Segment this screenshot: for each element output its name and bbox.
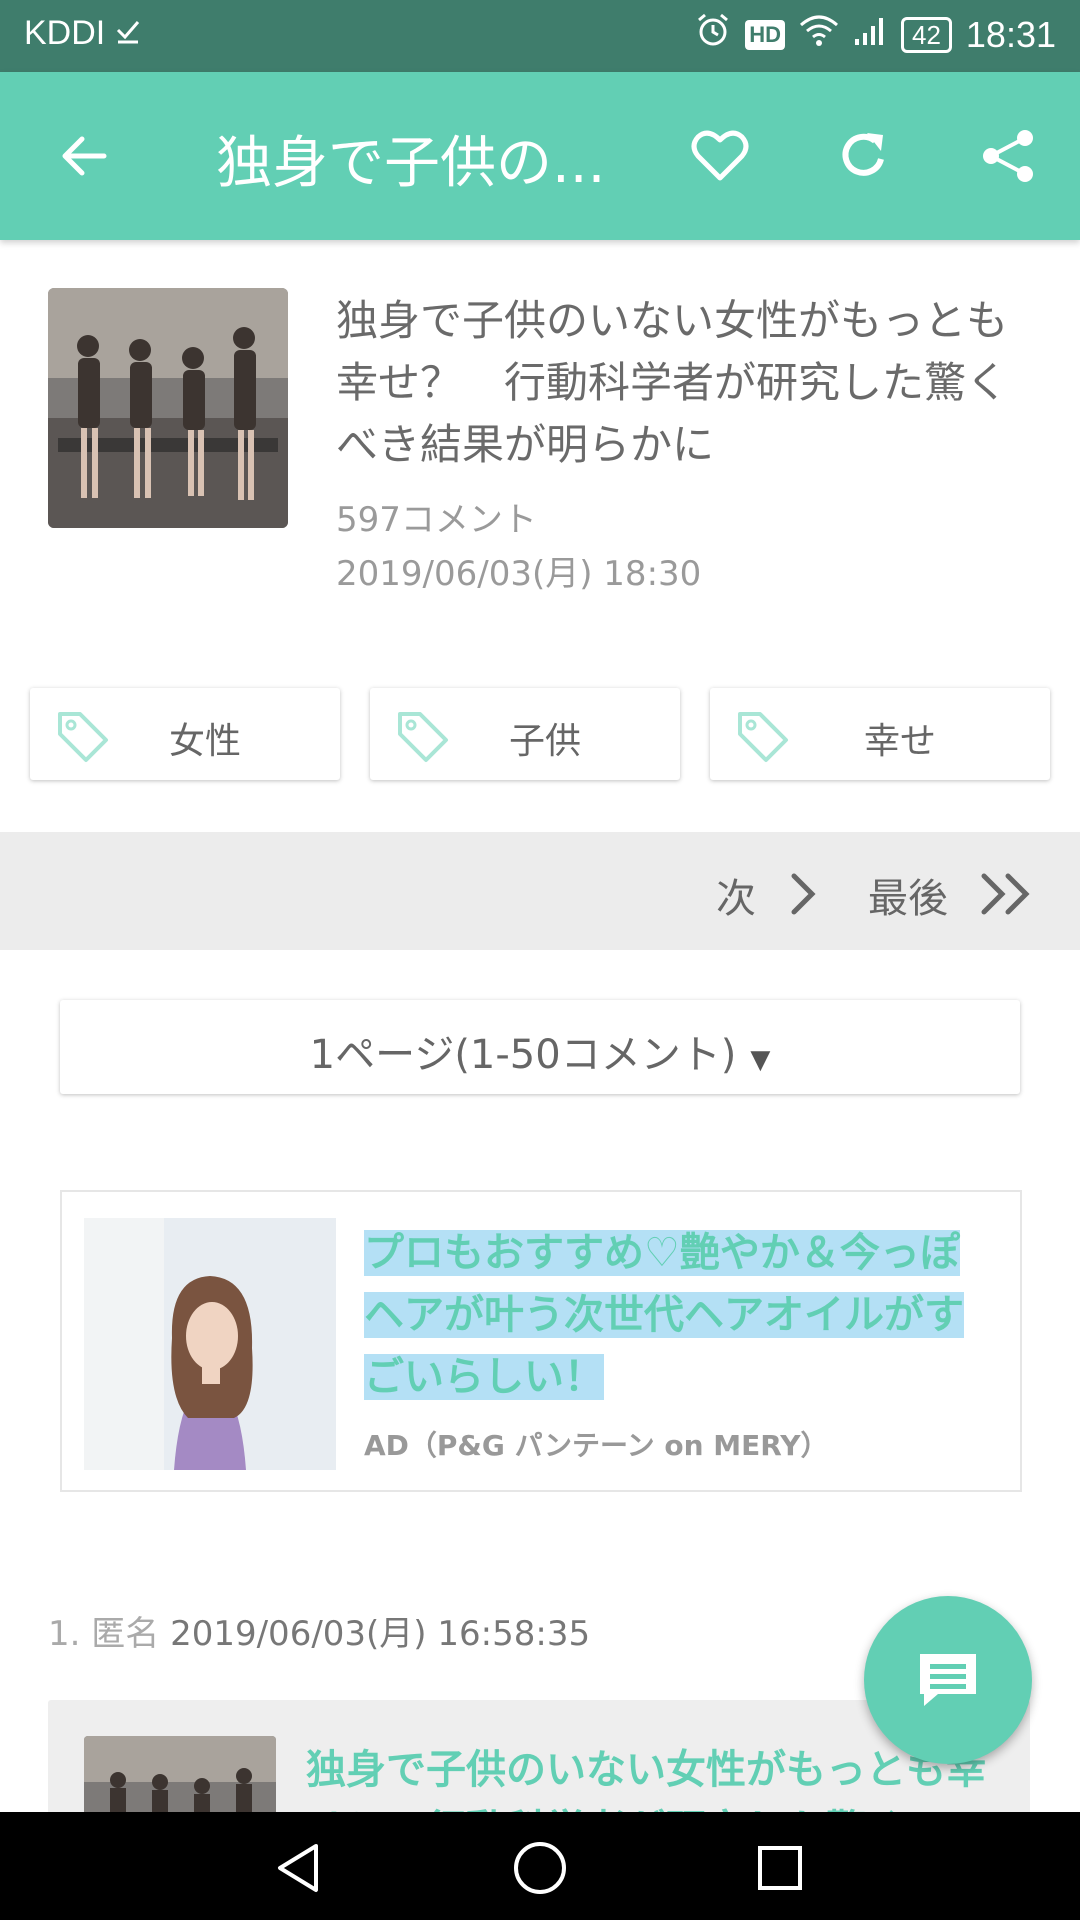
app-toolbar: 独身で子供の... <box>0 72 1080 240</box>
page-select[interactable]: 1ページ(1-50コメント) ▼ <box>60 1000 1020 1094</box>
clock: 18:31 <box>965 13 1056 55</box>
pager-bar: 次 最後 <box>0 832 1080 950</box>
tag-label: 子供 <box>508 721 581 762</box>
signal-icon <box>853 13 887 56</box>
carrier: KDDI <box>24 14 141 53</box>
alarm-icon <box>695 12 731 57</box>
refresh-icon <box>842 133 884 176</box>
check-icon <box>115 14 141 53</box>
article-date: 2019/06/03(月) 18:30 <box>336 554 702 594</box>
compose-comment-button[interactable] <box>864 1596 1032 1764</box>
share-button[interactable] <box>964 112 1052 200</box>
system-nav-bar <box>0 1812 1080 1920</box>
tag-chip[interactable]: 幸せ <box>710 688 1050 780</box>
dropdown-caret-icon: ▼ <box>750 1045 771 1075</box>
tag-label: 女性 <box>168 721 241 762</box>
status-icons: HD 42 18:31 <box>695 12 1056 57</box>
last-page-button[interactable]: 最後 <box>868 866 948 924</box>
ad-title: プロもおすすめ♡艶やか＆今っぽヘアが叶う次世代ヘアオイルがすごいらしい！ <box>364 1222 984 1408</box>
article-thumbnail[interactable] <box>48 288 288 528</box>
refresh-button[interactable] <box>820 112 908 200</box>
nav-home-icon[interactable] <box>510 1838 570 1898</box>
heart-icon <box>691 130 749 181</box>
nav-recents-icon[interactable] <box>750 1838 810 1898</box>
wifi-icon <box>799 13 839 56</box>
hd-icon: HD <box>745 19 785 50</box>
article-title: 独身で子供のいない女性がもっとも幸せ？ 行動科学者が研究した驚くべき結果が明らか… <box>336 296 1009 469</box>
tag-label: 幸せ <box>863 721 936 762</box>
battery-icon: 42 <box>900 16 952 53</box>
back-button[interactable] <box>40 112 128 200</box>
comment-meta: 1. 匿名 2019/06/03(月) 16:58:35 <box>48 1606 590 1655</box>
comment-number: 1. <box>48 1614 81 1654</box>
comment-icon <box>920 1654 976 1706</box>
tag-chip[interactable]: 女性 <box>30 688 340 780</box>
nav-back-icon[interactable] <box>270 1838 330 1898</box>
comment-count: 597コメント <box>336 500 537 540</box>
comment-date: 2019/06/03(月) 16:58:35 <box>170 1614 591 1654</box>
ad-source: AD（P&G パンテーン on MERY） <box>364 1429 829 1462</box>
double-chevron-right-icon[interactable] <box>978 870 1036 918</box>
ad-image <box>84 1218 336 1470</box>
carrier-name: KDDI <box>24 14 106 52</box>
favorite-button[interactable] <box>676 112 764 200</box>
status-bar: KDDI HD 42 18:31 <box>0 0 1080 72</box>
tag-chip[interactable]: 子供 <box>370 688 680 780</box>
page-title: 独身で子供の... <box>216 131 606 196</box>
next-page-button[interactable]: 次 <box>716 866 756 924</box>
share-icon <box>983 130 1033 182</box>
ad-card[interactable]: プロもおすすめ♡艶やか＆今っぽヘアが叶う次世代ヘアオイルがすごいらしい！ AD（… <box>60 1190 1022 1492</box>
ad-title-text: プロもおすすめ♡艶やか＆今っぽヘアが叶う次世代ヘアオイルがすごいらしい！ <box>364 1230 964 1400</box>
arrow-left-icon <box>62 136 107 176</box>
chevron-right-icon[interactable] <box>786 870 820 918</box>
page-select-label: 1ページ(1-50コメント) <box>309 1032 737 1078</box>
comment-link-thumbnail <box>84 1736 276 1820</box>
comment-author: 匿名 <box>91 1614 160 1654</box>
